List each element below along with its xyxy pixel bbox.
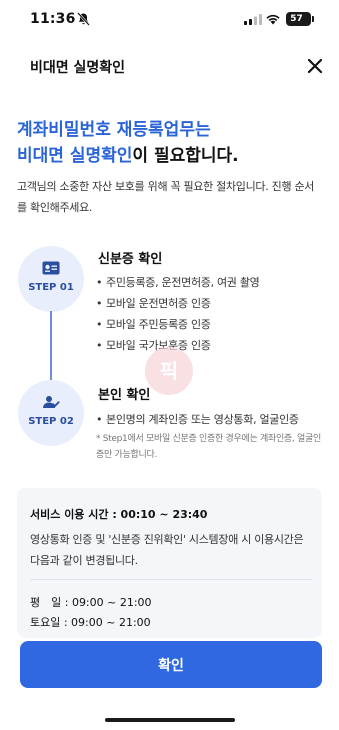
wifi-icon [266, 14, 280, 25]
user-check-icon [43, 396, 60, 408]
status-bar: 11:36 57 [0, 0, 339, 40]
headline-rest: 이 필요합니다. [132, 146, 239, 166]
step-connector [50, 311, 52, 381]
list-item: 본인명의 계좌인증 또는 영상통화, 얼굴인증 [96, 409, 299, 430]
saturday-hours: 토요일 : 09:00 ~ 21:00 [30, 616, 151, 629]
battery-level: 57 [290, 14, 303, 24]
step-01-badge: STEP 01 [18, 246, 84, 312]
signal-icon [244, 14, 262, 25]
step-02-note: * Step1에서 모바일 신분증 인증한 경우에는 계좌인증, 얼굴인증만 가… [96, 434, 321, 460]
weekday-hours: 평 일 : 09:00 ~ 21:00 [30, 596, 152, 609]
service-hours-title: 서비스 이용 시간 : 00:10 ~ 23:40 [30, 508, 208, 521]
watermark-text: 픽 [159, 359, 179, 383]
list-item: 모바일 운전면허증 인증 [96, 293, 259, 314]
close-icon[interactable] [305, 56, 325, 76]
service-hours-box: 서비스 이용 시간 : 00:10 ~ 23:40 영상통화 인증 및 '신분증… [17, 488, 322, 638]
headline: 계좌비밀번호 재등록업무는 비대면 실명확인이 필요합니다. [17, 117, 239, 169]
step-02-label: STEP 02 [28, 416, 74, 427]
id-card-icon [42, 261, 60, 275]
headline-highlight: 비대면 실명확인 [17, 146, 133, 166]
list-item: 모바일 주민등록증 인증 [96, 314, 259, 335]
battery-icon: 57 [286, 12, 314, 26]
list-item: 주민등록증, 운전면허증, 여권 촬영 [96, 272, 260, 293]
headline-line2: 비대면 실명확인이 필요합니다. [17, 143, 239, 169]
headline-line1: 계좌비밀번호 재등록업무는 [17, 120, 211, 140]
home-indicator [105, 718, 235, 722]
step-02-title: 본인 확인 [98, 388, 151, 403]
status-time: 11:36 [30, 11, 76, 27]
bell-muted-icon [77, 12, 90, 26]
watermark-logo: 픽 [145, 347, 193, 395]
page-title: 비대면 실명확인 [30, 60, 126, 76]
service-hours-desc: 영상통화 인증 및 '신분증 진위확인' 시스템장애 시 이용시간은 다음과 같… [30, 533, 304, 567]
step-02-badge: STEP 02 [18, 380, 84, 446]
step-02-list: 본인명의 계좌인증 또는 영상통화, 얼굴인증 [96, 409, 299, 430]
intro-text: 고객님의 소중한 자산 보호를 위해 꼭 필요한 절차입니다. 진행 순서를 확… [17, 180, 315, 214]
step-01-label: STEP 01 [28, 282, 74, 293]
divider [30, 579, 312, 580]
step-01-title: 신분증 확인 [98, 252, 163, 267]
confirm-button[interactable]: 확인 [20, 641, 322, 688]
step-01-list: 주민등록증, 운전면허증, 여권 촬영 모바일 운전면허증 인증 모바일 주민등… [96, 272, 260, 356]
